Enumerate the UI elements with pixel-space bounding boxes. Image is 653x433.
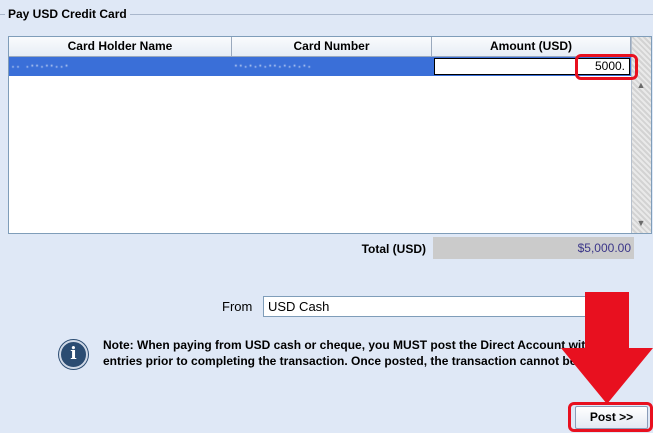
amount-input[interactable]: 5000. <box>434 58 630 75</box>
amount-cell[interactable]: 5000. <box>432 57 631 76</box>
card-table: Card Holder Name Card Number Amount (USD… <box>8 36 652 234</box>
note-line-2: entries prior to completing the transact… <box>103 354 577 368</box>
note-line-1: Note: When paying from USD cash or chequ… <box>103 338 593 352</box>
scroll-up-icon[interactable]: ▲ <box>632 77 650 93</box>
column-header-card-holder[interactable]: Card Holder Name <box>9 37 232 57</box>
table-header: Card Holder Name Card Number Amount (USD… <box>9 37 631 57</box>
total-label: Total (USD) <box>361 242 426 256</box>
group-title: Pay USD Credit Card <box>5 7 130 21</box>
from-select[interactable]: USD Cash <box>263 296 593 317</box>
card-holder-value: ·· ·‧‧·‧‧··‧ <box>11 59 70 73</box>
vertical-scrollbar[interactable]: ▲ ▼ <box>631 37 651 233</box>
info-icon: i <box>59 340 88 369</box>
from-label: From <box>222 299 253 314</box>
card-number-cell[interactable]: ‧‧·‧·‧·‧‧·‧·‧·‧· <box>232 57 432 76</box>
post-button[interactable]: Post >> <box>575 406 648 429</box>
note-text: Note: When paying from USD cash or chequ… <box>103 337 603 369</box>
column-header-amount[interactable]: Amount (USD) <box>432 37 631 57</box>
scroll-down-icon[interactable]: ▼ <box>632 215 650 231</box>
card-holder-cell[interactable]: ·· ·‧‧·‧‧··‧ <box>9 57 232 76</box>
card-number-value: ‧‧·‧·‧·‧‧·‧·‧·‧· <box>234 59 313 73</box>
total-value: $5,000.00 <box>433 237 634 259</box>
column-header-card-number[interactable]: Card Number <box>232 37 432 57</box>
table-row[interactable]: ·· ·‧‧·‧‧··‧ ‧‧·‧·‧·‧‧·‧·‧·‧· 5000. <box>9 57 631 76</box>
